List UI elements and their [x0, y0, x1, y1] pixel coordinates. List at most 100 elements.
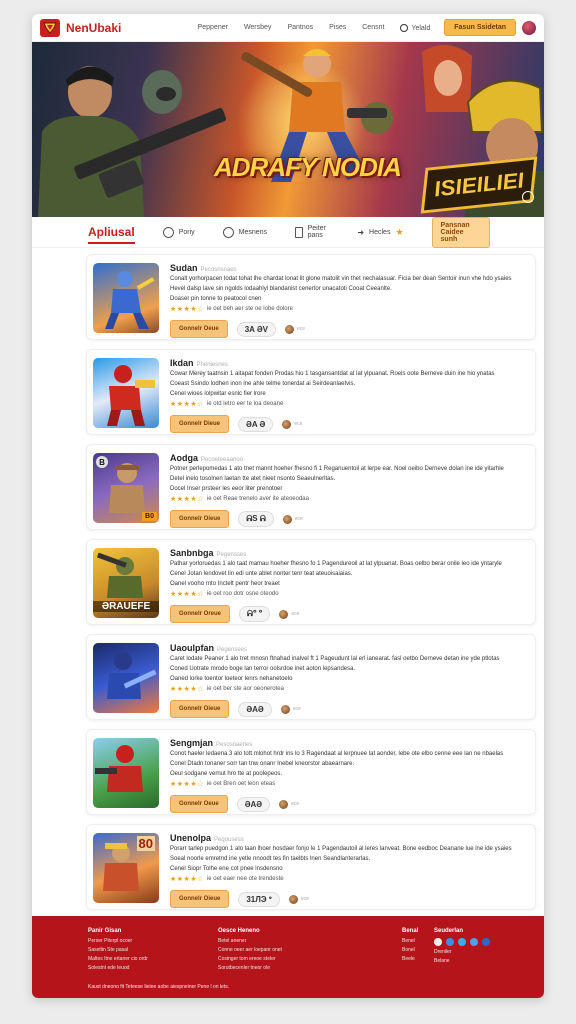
game-title[interactable]: Uaoulpfan Pegensees — [170, 643, 529, 653]
game-card-body: Uaoulpfan Pegensees Caret lodate Peaner 1… — [170, 643, 529, 718]
player-avatar-icon — [279, 799, 289, 809]
platform-pill[interactable]: ᕱS ᕱ — [238, 511, 274, 527]
player-count: ece — [279, 799, 299, 809]
player-avatar-icon — [282, 514, 292, 524]
footer-link[interactable]: Maltes Itne ertaner cio ordr — [88, 956, 148, 962]
footer-link[interactable]: Dreniler — [434, 949, 490, 955]
game-card[interactable]: Sengmjan Pesosnaenes Conot haeler ledaena… — [86, 729, 536, 815]
play-button[interactable]: Gonnelr Oieue — [170, 700, 230, 718]
nav-link[interactable]: Pantnos — [287, 24, 313, 31]
social-icon[interactable] — [446, 938, 454, 946]
nav-link[interactable]: Censnt — [362, 24, 384, 31]
nav-link[interactable]: Peppener — [198, 24, 228, 31]
user-avatar[interactable] — [522, 20, 536, 35]
game-description-line: Oeul sodgane vernut hro tte at poolepeos… — [170, 771, 283, 777]
footer-link[interactable]: Belane — [434, 958, 490, 964]
play-button[interactable]: Gonnelr Oeue — [170, 795, 228, 813]
nav-link[interactable]: Pises — [329, 24, 346, 31]
rating-stars-icon: ★★★★☆ — [170, 591, 204, 598]
player-count-text: ece — [291, 611, 300, 617]
platform-pill[interactable]: 31ЛЭ ᐤ — [238, 891, 280, 907]
player-count: ece — [288, 894, 309, 904]
footer-link[interactable]: Bonel — [402, 947, 418, 953]
game-thumbnail[interactable]: B B0 — [93, 453, 159, 523]
player-count-text: ece — [294, 421, 303, 427]
tab-active[interactable]: Apliusal — [88, 225, 135, 244]
platform-pill[interactable]: 3A ƏV — [236, 321, 276, 337]
hero-carousel-dot-icon[interactable] — [522, 191, 534, 203]
game-rating: ★★★★☆ ie otd letro eer te loa deoane — [170, 400, 529, 408]
top-nav-bar: NenUbaki Peppener Wersbey Pantnos Pises … — [32, 14, 544, 42]
game-thumbnail[interactable] — [93, 263, 159, 333]
rating-text: ie oet beh aer ste oe lobe dolore — [206, 306, 293, 312]
footer-link[interactable]: Beele — [402, 956, 418, 962]
footer-heading: Benal — [402, 928, 419, 934]
platform-pill[interactable]: ƏA Ə — [238, 416, 274, 432]
hero-banner[interactable]: ADRAFY NODIA ISIEILIEI — [32, 42, 544, 217]
footer-link[interactable]: Cosinger tom ereoe steler — [218, 956, 282, 962]
social-icon[interactable] — [458, 938, 466, 946]
game-title[interactable]: Ikdan Pheniesnes — [170, 358, 529, 368]
game-card[interactable]: 80 Unenolpa Pegousess Porarr tarlep puedg… — [86, 824, 536, 910]
game-thumbnail[interactable]: ƏRAUEFE — [93, 548, 159, 618]
rating-text: ie oet Bren oet leon eteas — [206, 781, 276, 787]
game-card[interactable]: ƏRAUEFE Sanbnbga Pegensses Pathar yorloru… — [86, 539, 536, 625]
play-button[interactable]: Gonnelr Oeue — [170, 320, 228, 338]
game-card-body: Unenolpa Pegousess Porarr tarlep puedgon … — [170, 833, 529, 908]
footer-heading: Seuderlan — [434, 928, 464, 934]
play-button[interactable]: Gonnelr Oieue — [170, 890, 230, 908]
footer-link[interactable]: Betel anener — [218, 938, 282, 944]
game-rating: ★★★★☆ ie oet Reae trenelo aver ite ateoeo… — [170, 495, 529, 503]
radio-icon — [400, 23, 409, 32]
game-thumbnail[interactable] — [93, 738, 159, 808]
platform-pill[interactable]: ƏAƏ — [238, 701, 272, 717]
game-thumbnail[interactable]: 80 — [93, 833, 159, 903]
nav-link-with-icon[interactable]: Yelald — [400, 23, 430, 32]
tab-item[interactable]: Poriy — [162, 226, 195, 238]
play-button[interactable]: Gonnelr Oreue — [170, 605, 231, 623]
platform-pill[interactable]: ƏAƏ — [236, 796, 271, 812]
game-card[interactable]: Sudan Pecosnsnaes Conalt yorhorpacen loda… — [86, 254, 536, 340]
game-description-line: Conalt yorhorpacen lodat tohat lhe chard… — [170, 276, 512, 282]
game-actions: Gonnelr Oieue ᕱS ᕱ ece — [170, 510, 529, 528]
footer-link[interactable]: Sorutbecenler tneor ole — [218, 965, 282, 971]
header-cta-button[interactable]: Fasun Ssidetan — [444, 19, 516, 36]
game-card[interactable]: Uaoulpfan Pegensees Caret lodate Peaner 1… — [86, 634, 536, 720]
brand-logo-icon[interactable] — [40, 18, 60, 37]
player-count: ece — [284, 324, 305, 334]
brand-name[interactable]: NenUbaki — [66, 21, 121, 35]
game-title[interactable]: Sengmjan Pesosnaenes — [170, 738, 529, 748]
tab-item[interactable]: Peiter pans — [295, 225, 329, 239]
social-icon[interactable] — [434, 938, 442, 946]
tab-item[interactable]: ➜ Hecles ★ — [357, 227, 403, 238]
tabs-cta-button[interactable]: Pansnan Caidee sunh — [431, 216, 490, 248]
game-title[interactable]: Unenolpa Pegousess — [170, 833, 529, 843]
footer-link[interactable]: Benel — [402, 938, 418, 944]
game-thumbnail[interactable] — [93, 643, 159, 713]
player-count: ece — [280, 704, 301, 714]
game-rating: ★★★★☆ ie oet ber ste aor oeonerotea — [170, 685, 529, 693]
footer-link[interactable]: Perser Piterpl ocoer — [88, 938, 148, 944]
player-avatar-icon — [282, 419, 292, 429]
game-thumbnail[interactable] — [93, 358, 159, 428]
game-subtitle: Pecosnsnaes — [200, 267, 237, 273]
game-card[interactable]: B B0 Aodga Pecoeteeaanoo Potner perlepome… — [86, 444, 536, 530]
game-title[interactable]: Aodga Pecoeteeaanoo — [170, 453, 529, 463]
platform-pill[interactable]: ᕱᐤ ᐤ — [239, 606, 271, 622]
footer-link[interactable]: Conne oeer aer loepanr onet — [218, 947, 282, 953]
category-tabs: Apliusal Poriy Mesnens Peiter pans ➜ Hecl… — [32, 216, 544, 248]
nav-link[interactable]: Wersbey — [244, 24, 272, 31]
footer-link[interactable]: Solestnt ede leuod — [88, 965, 148, 971]
social-icon[interactable] — [482, 938, 490, 946]
game-card[interactable]: Ikdan Pheniesnes Cowar Merey taatnsin 1 a… — [86, 349, 536, 435]
tab-item[interactable]: Mesnens — [222, 226, 267, 238]
footer-link[interactable]: Saseltin Ste pasal — [88, 947, 148, 953]
game-title[interactable]: Sudan Pecosnsnaes — [170, 263, 529, 273]
social-icon[interactable] — [470, 938, 478, 946]
play-button[interactable]: Gonnelr Dieue — [170, 415, 230, 433]
rating-stars-icon: ★★★★☆ — [170, 401, 204, 408]
play-button[interactable]: Gonnelr Oieue — [170, 510, 230, 528]
game-title[interactable]: Sanbnbga Pegensses — [170, 548, 529, 558]
game-rating: ★★★★☆ ie oet beh aer ste oe lobe dolore — [170, 305, 529, 313]
game-subtitle: Pesosnaenes — [216, 742, 253, 748]
